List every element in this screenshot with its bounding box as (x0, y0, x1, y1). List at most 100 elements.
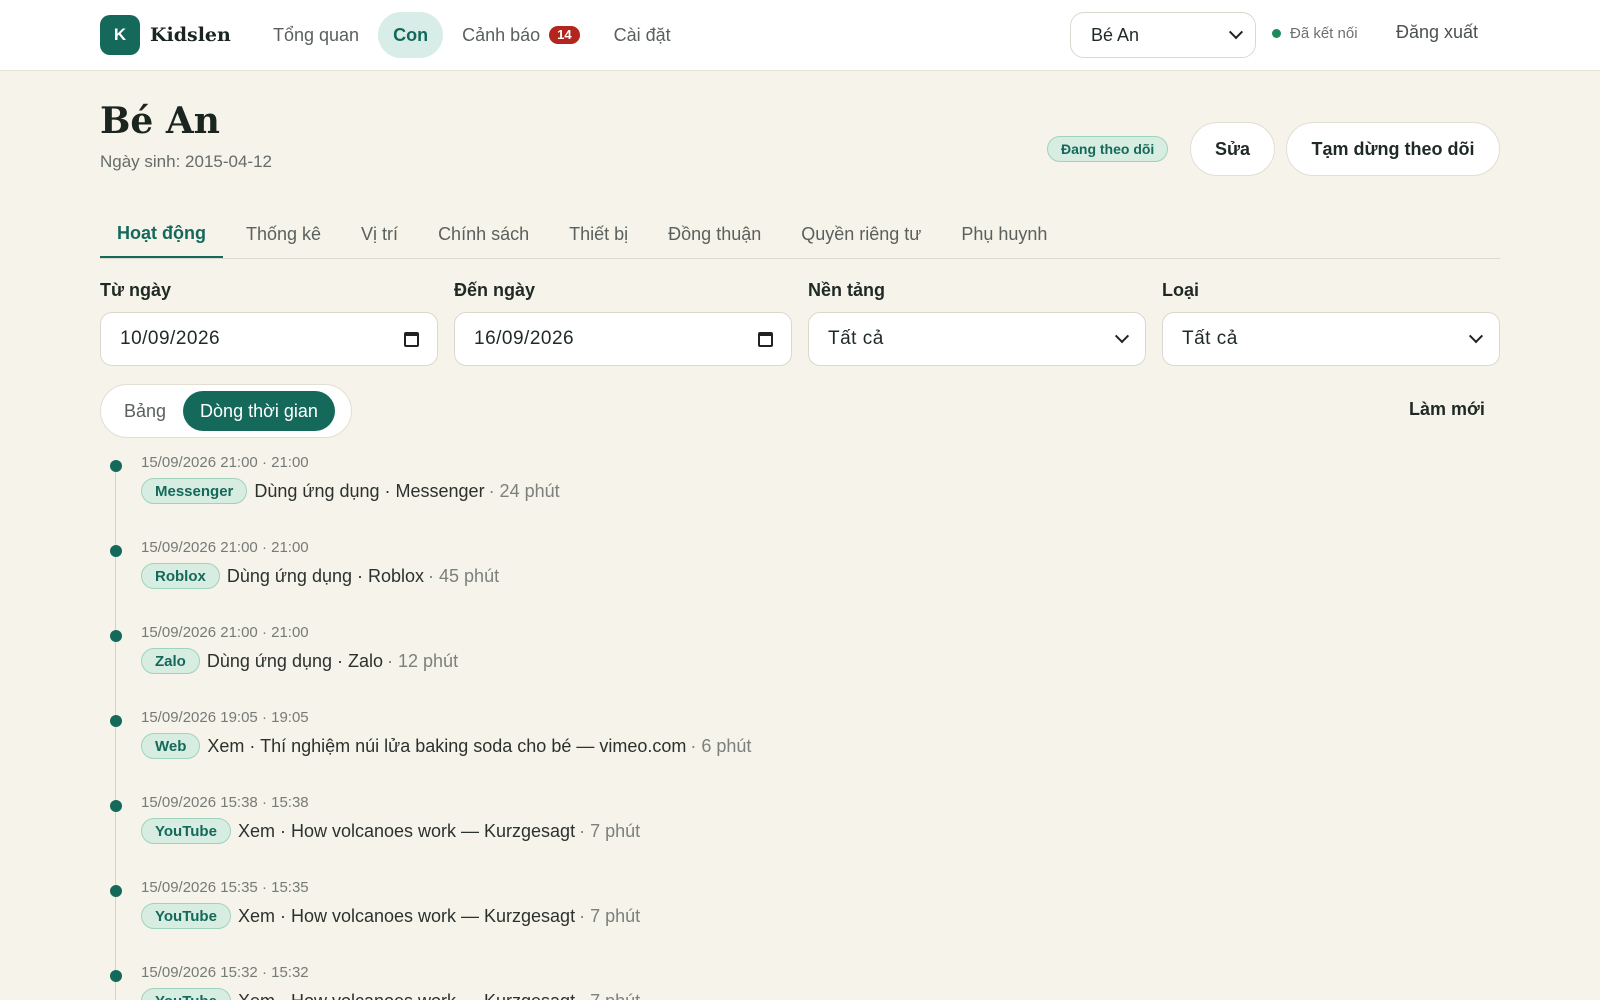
timeline-duration: · 45 phút (428, 565, 500, 586)
timeline-time: 15/09/2026 21:00 · 21:00 (141, 539, 309, 556)
timeline-item[interactable]: 15/09/2026 15:35 · 15:35 YouTube Xem · How… (100, 877, 1500, 962)
timeline-item[interactable]: 15/09/2026 15:38 · 15:38 YouTube Xem · How… (100, 792, 1500, 877)
view-timeline-button[interactable]: Dòng thời gian (183, 391, 335, 431)
calendar-icon[interactable] (404, 331, 419, 347)
status-badge: Đang theo dõi (1047, 136, 1169, 162)
tab-policy[interactable]: Chính sách (421, 210, 546, 258)
timeline-time: 15/09/2026 15:32 · 15:32 (141, 964, 309, 981)
type-select[interactable]: Tất cả (1162, 312, 1500, 366)
timeline-duration: · 12 phút (387, 650, 459, 671)
view-toggle: Bảng Dòng thời gian (100, 384, 352, 438)
timeline-item[interactable]: 15/09/2026 15:32 · 15:32 YouTube Xem · How… (100, 962, 1500, 1000)
timeline-entry: Messenger Dùng ứng dụng · Messenger · 24 p… (141, 478, 1500, 504)
chevron-down-icon (1468, 329, 1484, 344)
timeline-item[interactable]: 15/09/2026 21:00 · 21:00 Zalo Dùng ứng dụn… (100, 622, 1500, 707)
platform-tag: YouTube (141, 818, 231, 844)
timeline-time: 15/09/2026 19:05 · 19:05 (141, 709, 309, 726)
tab-location[interactable]: Vị trí (344, 210, 415, 258)
tab-activity[interactable]: Hoạt động (100, 210, 223, 258)
timeline-item[interactable]: 15/09/2026 21:00 · 21:00 Messenger Dùng ứn… (100, 452, 1500, 537)
timeline-dot-icon (110, 460, 122, 472)
platform-tag: Messenger (141, 478, 248, 504)
timeline-dot-icon (110, 715, 122, 727)
brand-mark: K (100, 15, 140, 55)
platform-tag: Web (141, 733, 201, 759)
timeline-entry: YouTube Xem · How volcanoes work — Kurzge… (141, 903, 1500, 929)
child-select[interactable]: Bé An (1070, 12, 1256, 58)
timeline-time: 15/09/2026 21:00 · 21:00 (141, 454, 309, 471)
timeline-entry: Web Xem · Thí nghiệm núi lửa baking soda … (141, 733, 1500, 759)
timeline-dot-icon (110, 545, 122, 557)
timeline-text: Dùng ứng dụng · Zalo (206, 650, 384, 671)
filter-type: Loại Tất cả (1162, 280, 1500, 366)
filter-label: Nền tảng (808, 280, 886, 300)
tab-devices[interactable]: Thiết bị (552, 210, 645, 258)
type-select-value: Tất cả (1182, 328, 1238, 349)
nav-children[interactable]: Con (378, 12, 444, 58)
timeline-dot-icon (110, 885, 122, 897)
from-date-value: 10/09/2026 (120, 328, 221, 349)
filter-platform: Nền tảng Tất cả (808, 280, 1146, 366)
to-date-input[interactable]: 16/09/2026 (454, 312, 792, 366)
main-nav: Tổng quan Con Cảnh báo 14 Cài đặt (258, 12, 690, 58)
from-date-input[interactable]: 10/09/2026 (100, 312, 438, 366)
nav-settings[interactable]: Cài đặt (599, 12, 686, 58)
to-date-value: 16/09/2026 (474, 328, 575, 349)
timeline-text: Xem · How volcanoes work — Kurzgesagt (237, 820, 576, 841)
filter-from-date: Từ ngày 10/09/2026 (100, 280, 438, 366)
timeline-text: Xem · Thí nghiệm núi lửa baking soda cho… (207, 735, 687, 756)
timeline-entry: YouTube Xem · How volcanoes work — Kurzge… (141, 988, 1500, 1000)
timeline-duration: · 6 phút (690, 735, 752, 756)
tab-statistics[interactable]: Thống kê (229, 210, 338, 258)
nav-alerts[interactable]: Cảnh báo 14 (447, 12, 595, 58)
nav-overview-label: Tổng quan (273, 24, 360, 45)
brand-logo[interactable]: K Kidslen (100, 15, 231, 55)
nav-alerts-label: Cảnh báo (462, 24, 541, 45)
child-select-value: Bé An (1091, 24, 1140, 45)
timeline-item[interactable]: 15/09/2026 21:00 · 21:00 Roblox Dùng ứng d… (100, 537, 1500, 622)
platform-tag: Roblox (141, 563, 220, 589)
platform-select[interactable]: Tất cả (808, 312, 1146, 366)
filter-to-date: Đến ngày 16/09/2026 (454, 280, 792, 366)
tab-parents[interactable]: Phụ huynh (944, 210, 1064, 258)
nav-settings-label: Cài đặt (613, 24, 671, 45)
tab-privacy[interactable]: Quyền riêng tư (784, 210, 938, 258)
section-tabs: Hoạt động Thống kê Vị trí Chính sách Thi… (100, 210, 1500, 259)
timeline-entry: YouTube Xem · How volcanoes work — Kurzge… (141, 818, 1500, 844)
timeline-dot-icon (110, 630, 122, 642)
timeline-entry: Zalo Dùng ứng dụng · Zalo · 12 phút (141, 648, 1500, 674)
timeline-text: Dùng ứng dụng · Roblox (226, 565, 425, 586)
timeline-text: Dùng ứng dụng · Messenger (254, 480, 485, 501)
timeline-time: 15/09/2026 15:35 · 15:35 (141, 879, 309, 896)
tab-consent[interactable]: Đồng thuận (651, 210, 778, 258)
calendar-icon[interactable] (758, 331, 773, 347)
timeline-dot-icon (110, 800, 122, 812)
platform-tag: YouTube (141, 903, 231, 929)
timeline-duration: · 7 phút (579, 820, 641, 841)
status-dot-icon (1272, 29, 1281, 38)
timeline-duration: · 7 phút (579, 991, 640, 1000)
timeline-text: Xem · How volcanoes work — Kurzgesagt (238, 991, 575, 1000)
filter-label: Loại (1162, 280, 1200, 300)
timeline-duration: · 24 phút (488, 480, 560, 501)
pause-monitoring-button[interactable]: Tạm dừng theo dõi (1286, 122, 1500, 176)
page-title: Bé An (100, 100, 220, 142)
refresh-button[interactable]: Làm mới (1409, 399, 1485, 420)
view-table-button[interactable]: Bảng (107, 391, 183, 431)
platform-tag: YouTube (141, 988, 231, 1000)
nav-children-label: Con (393, 24, 429, 45)
timeline-time: 15/09/2026 15:38 · 15:38 (141, 794, 309, 811)
platform-select-value: Tất cả (828, 328, 884, 349)
edit-button[interactable]: Sửa (1190, 122, 1275, 176)
connection-status: Đã kết nối (1272, 25, 1358, 42)
nav-overview[interactable]: Tổng quan (258, 12, 374, 58)
activity-timeline: 15/09/2026 21:00 · 21:00 Messenger Dùng ứn… (100, 452, 1500, 1000)
chevron-down-icon (1228, 25, 1244, 40)
alerts-count-badge: 14 (549, 26, 580, 44)
filter-label: Từ ngày (100, 280, 172, 300)
timeline-item[interactable]: 15/09/2026 19:05 · 19:05 Web Xem · Thí ngh… (100, 707, 1500, 792)
logout-link[interactable]: Đăng xuất (1396, 22, 1478, 43)
timeline-duration: · 7 phút (579, 905, 641, 926)
timeline-entry: Roblox Dùng ứng dụng · Roblox · 45 phút (141, 563, 1500, 589)
top-bar: K Kidslen Tổng quan Con Cảnh báo 14 Cài … (0, 0, 1600, 71)
